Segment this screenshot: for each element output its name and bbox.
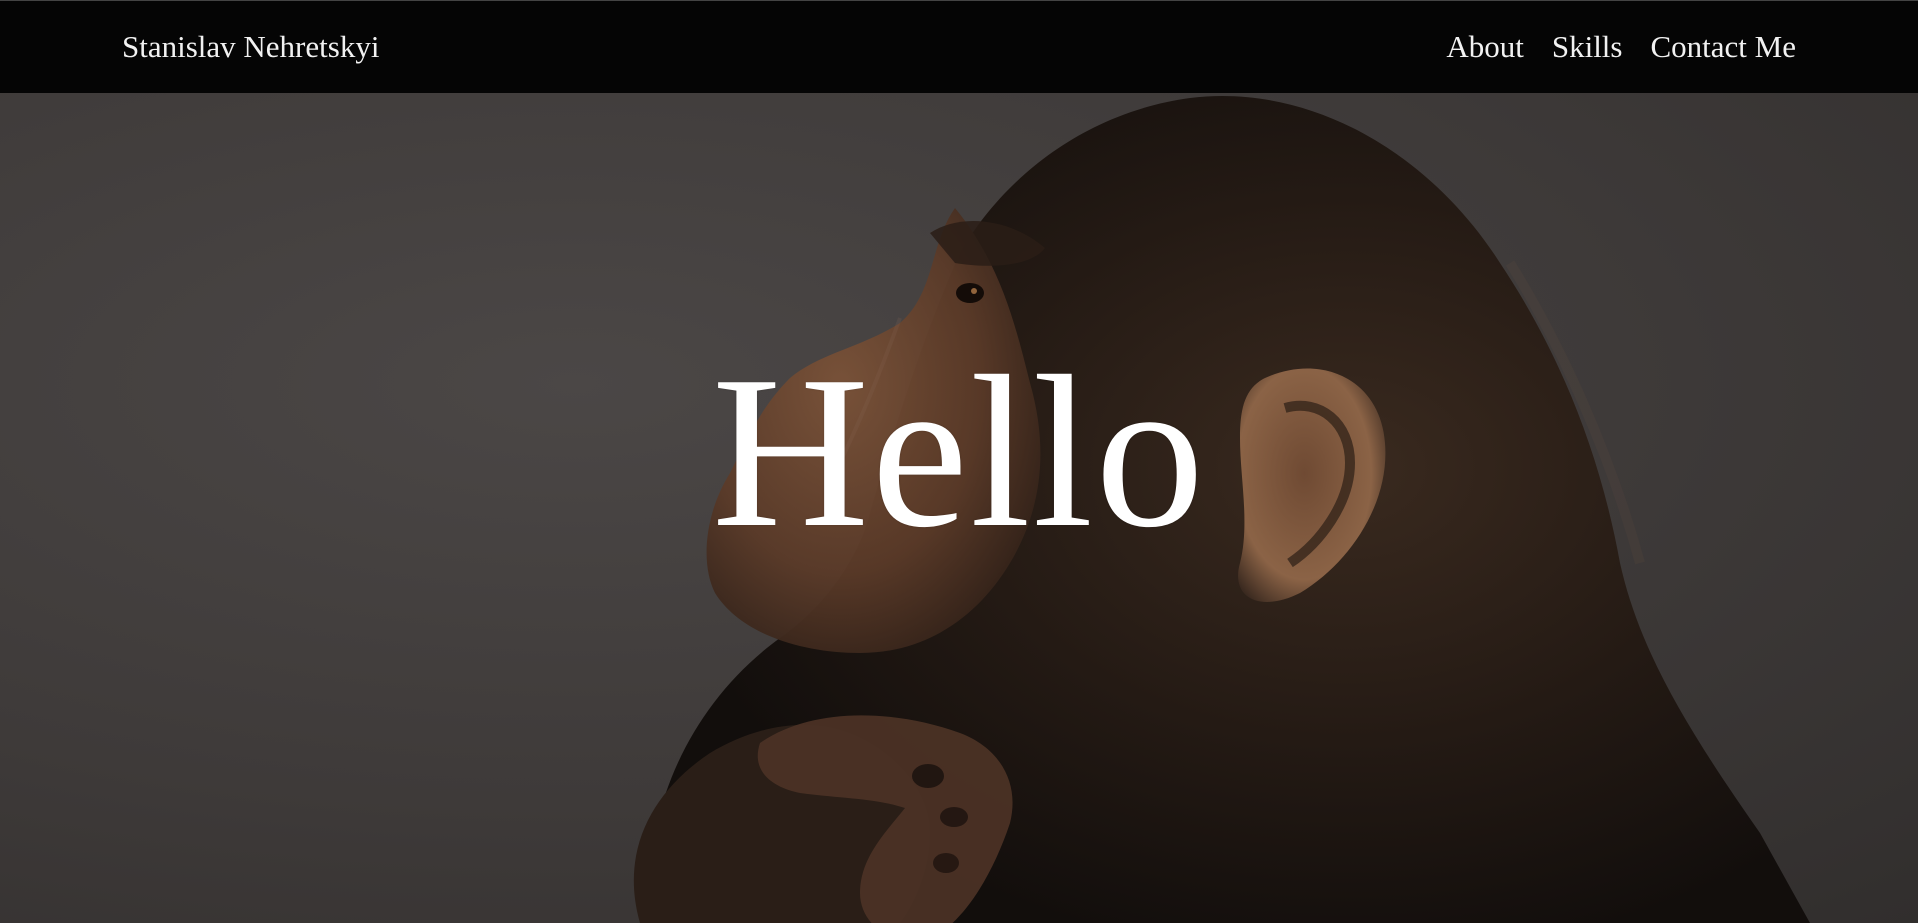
top-navbar: Stanislav Nehretskyi About Skills Contac…: [0, 0, 1918, 93]
nav-links: About Skills Contact Me: [1446, 29, 1796, 65]
hero-title: Hello: [711, 332, 1207, 573]
page: Stanislav Nehretskyi About Skills Contac…: [0, 0, 1918, 923]
nav-contact-link[interactable]: Contact Me: [1651, 29, 1797, 65]
brand-link[interactable]: Stanislav Nehretskyi: [122, 29, 379, 65]
nav-about-link[interactable]: About: [1446, 29, 1524, 65]
nav-skills-link[interactable]: Skills: [1552, 29, 1623, 65]
hero-section: Hello: [0, 93, 1918, 923]
